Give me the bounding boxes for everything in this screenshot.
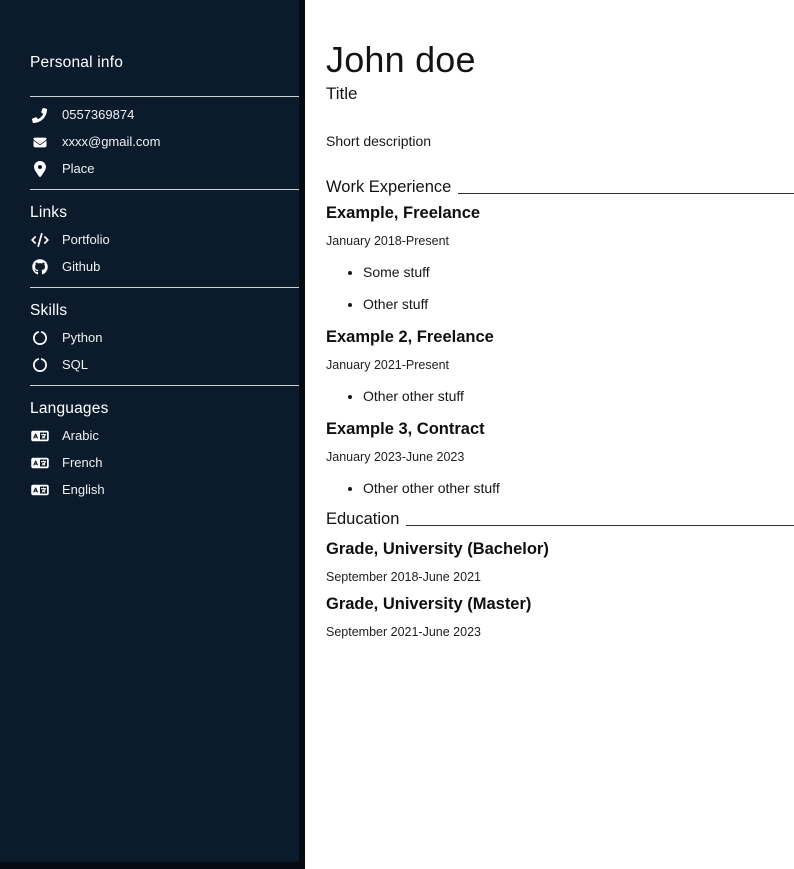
skill-label: Python <box>62 329 102 347</box>
links-heading: Links <box>30 203 299 222</box>
divider <box>30 287 299 288</box>
language-icon <box>30 427 49 445</box>
skill-label: SQL <box>62 356 88 374</box>
heading-rule-line <box>406 525 794 526</box>
circle-notch-icon <box>30 329 49 347</box>
skills-list: Python SQL <box>30 329 299 374</box>
bullet-item: Some stuff <box>363 263 794 281</box>
work-entry-bullets: Other other other stuff <box>326 479 794 497</box>
education-entry-period: September 2018-June 2021 <box>326 569 794 585</box>
contact-list: 0557369874 xxxx@gmail.com Place <box>30 106 299 178</box>
skills-section: Skills Python SQL <box>30 287 299 374</box>
language-item: English <box>30 481 299 499</box>
work-entry-role: Example 3, Contract <box>326 419 794 440</box>
language-icon <box>30 454 49 472</box>
education-entry-period: September 2021-June 2023 <box>326 624 794 640</box>
bullet-item: Other stuff <box>363 295 794 313</box>
place-label: Place <box>62 160 95 178</box>
education-entry: Grade, University (Bachelor) September 2… <box>326 539 794 585</box>
bullet-item: Other other other stuff <box>363 479 794 497</box>
language-item: French <box>30 454 299 472</box>
sidebar: Personal info 0557369874 xxxx@gmail.com … <box>0 0 305 869</box>
bullet-item: Other other stuff <box>363 387 794 405</box>
work-entry-role: Example, Freelance <box>326 203 794 224</box>
main-content: John doe Title Short description Work Ex… <box>311 0 794 869</box>
language-item: Arabic <box>30 427 299 445</box>
skill-item: Python <box>30 329 299 347</box>
languages-heading: Languages <box>30 399 299 418</box>
work-experience-heading-label: Work Experience <box>326 176 451 198</box>
resume-page: Personal info 0557369874 xxxx@gmail.com … <box>0 0 794 869</box>
work-entry-role: Example 2, Freelance <box>326 327 794 348</box>
phone-icon <box>30 106 49 124</box>
languages-section: Languages Arabic French <box>30 385 299 499</box>
person-name: John doe <box>326 40 794 80</box>
circle-notch-icon <box>30 356 49 374</box>
link-item-github[interactable]: Github <box>30 258 299 276</box>
language-label: English <box>62 481 105 499</box>
work-experience-heading: Work Experience <box>326 176 794 198</box>
heading-rule-line <box>458 193 794 194</box>
short-description: Short description <box>326 132 794 150</box>
skills-heading: Skills <box>30 301 299 320</box>
divider <box>30 385 299 386</box>
contact-item-phone: 0557369874 <box>30 106 299 124</box>
work-entry-bullets: Other other stuff <box>326 387 794 405</box>
education-section: Education Grade, University (Bachelor) S… <box>326 508 794 640</box>
personal-info-heading: Personal info <box>30 53 299 72</box>
github-link-label: Github <box>62 258 100 276</box>
link-item-portfolio[interactable]: Portfolio <box>30 231 299 249</box>
work-entry-bullets: Some stuff Other stuff <box>326 263 794 313</box>
education-entry: Grade, University (Master) September 202… <box>326 594 794 640</box>
divider <box>30 189 299 190</box>
contact-item-email: xxxx@gmail.com <box>30 133 299 151</box>
envelope-icon <box>30 133 49 151</box>
location-pin-icon <box>30 160 49 178</box>
language-icon <box>30 481 49 499</box>
work-entry: Example 2, Freelance January 2021-Presen… <box>326 327 794 405</box>
person-title: Title <box>326 83 794 105</box>
education-heading: Education <box>326 508 794 530</box>
divider <box>30 96 299 97</box>
work-entry-period: January 2021-Present <box>326 357 794 373</box>
language-label: Arabic <box>62 427 99 445</box>
work-entry-period: January 2018-Present <box>326 233 794 249</box>
language-label: French <box>62 454 102 472</box>
languages-list: Arabic French English <box>30 427 299 499</box>
work-entry: Example 3, Contract January 2023-June 20… <box>326 419 794 497</box>
phone-number: 0557369874 <box>62 106 134 124</box>
work-entry-period: January 2023-June 2023 <box>326 449 794 465</box>
email-address: xxxx@gmail.com <box>62 133 160 151</box>
skill-item: SQL <box>30 356 299 374</box>
links-section: Links Portfolio Github <box>30 189 299 276</box>
code-icon <box>30 231 49 249</box>
links-list: Portfolio Github <box>30 231 299 276</box>
education-entry-degree: Grade, University (Master) <box>326 594 794 615</box>
portfolio-link-label: Portfolio <box>62 231 110 249</box>
contact-item-place: Place <box>30 160 299 178</box>
github-icon <box>30 258 49 276</box>
education-entry-degree: Grade, University (Bachelor) <box>326 539 794 560</box>
education-heading-label: Education <box>326 508 399 530</box>
work-entry: Example, Freelance January 2018-Present … <box>326 203 794 313</box>
